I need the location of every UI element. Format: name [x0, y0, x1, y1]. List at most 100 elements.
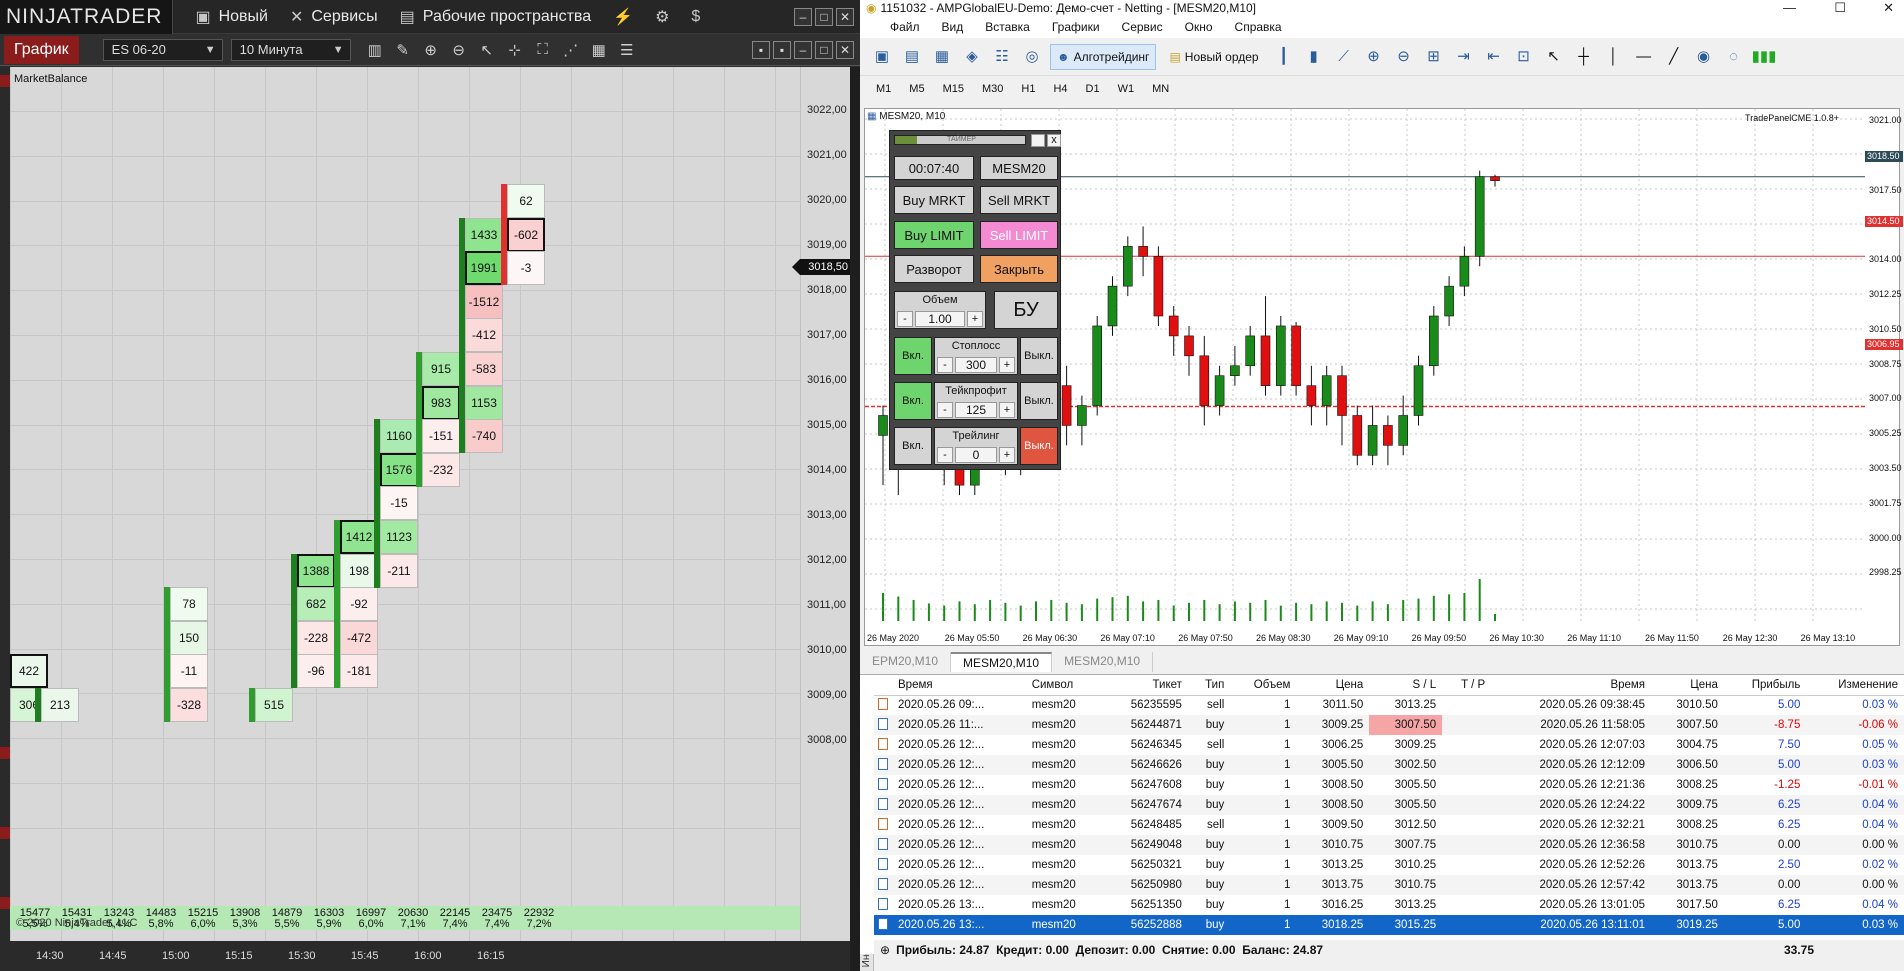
table-header[interactable]: Цена — [1296, 675, 1370, 696]
candles-icon[interactable]: ▮ — [1302, 45, 1326, 69]
panel-close-button[interactable]: x — [1047, 134, 1061, 147]
strategies-icon[interactable]: ▦ — [585, 41, 613, 59]
trailing-on-button[interactable]: Вкл. — [894, 427, 932, 465]
data-window-icon[interactable]: ☷ — [990, 45, 1014, 69]
chat-icon[interactable]: ◌ — [1722, 45, 1746, 69]
tab-chart[interactable]: График — [4, 35, 79, 64]
price-axis[interactable]: 3022,00 3021,00 3020,00 3019,00 3018,00 3017,… — [800, 67, 850, 941]
table-header[interactable]: Цена — [1651, 675, 1724, 696]
stoploss-off-button[interactable]: Выкл. — [1020, 337, 1058, 375]
nt-menu-new[interactable]: ▣ Новый — [195, 7, 268, 27]
bar-chart-icon[interactable]: ┃ — [1272, 45, 1296, 69]
table-row[interactable]: 2020.05.26 12:... mesm20 56249048 buy 1 3010.… — [874, 835, 1904, 855]
algo-trading-button[interactable]: ☻ Алготрейдинг — [1050, 43, 1157, 70]
period-select[interactable]: 10 Минута ▼ — [230, 38, 351, 61]
menu-item[interactable]: Файл — [890, 20, 920, 34]
table-row[interactable]: 2020.05.26 13:... mesm20 56252888 buy 1 3018.… — [874, 915, 1904, 935]
chart-shift-icon[interactable]: ⇤ — [1482, 45, 1506, 69]
profiles-icon[interactable]: ▤ — [900, 45, 924, 69]
nt-chart-area[interactable]: MarketBalance F 42230621378150-11-328515… — [10, 67, 850, 941]
table-row[interactable]: 2020.05.26 13:... mesm20 56251350 buy 1 3016.… — [874, 895, 1904, 915]
plug-icon[interactable]: ⚡ — [613, 7, 633, 27]
timeframe-button[interactable]: D1 — [1086, 83, 1100, 95]
nt-menu-workspaces[interactable]: ▤ Рабочие пространства — [400, 7, 591, 27]
table-header[interactable]: Тип — [1187, 675, 1231, 696]
trailing-plus[interactable]: + — [999, 447, 1015, 463]
buy-market-button[interactable]: Buy MRKT — [894, 186, 974, 214]
zoom-out-icon[interactable]: ⊖ — [1392, 45, 1416, 69]
maximize-button[interactable]: □ — [815, 7, 833, 26]
stoploss-plus[interactable]: + — [999, 357, 1015, 373]
table-header[interactable]: T / P — [1442, 675, 1492, 696]
takeprofit-on-button[interactable]: Вкл. — [894, 382, 932, 420]
takeprofit-value[interactable]: 125 — [955, 402, 997, 418]
takeprofit-minus[interactable]: - — [937, 402, 953, 418]
crosshair-icon[interactable]: ┼ — [1572, 45, 1596, 69]
chart-tab[interactable]: MESM20,M10 — [1052, 652, 1154, 672]
table-header[interactable]: Прибыль — [1723, 675, 1807, 696]
autoscroll-icon[interactable]: ⇥ — [1452, 45, 1476, 69]
timeframe-button[interactable]: H4 — [1053, 83, 1067, 95]
timeframe-button[interactable]: M5 — [909, 83, 924, 95]
new-chart-icon[interactable]: ▣ — [870, 45, 894, 69]
breakeven-button[interactable]: БУ — [994, 291, 1058, 329]
timeframe-button[interactable]: W1 — [1118, 83, 1135, 95]
instrument-select[interactable]: ES 06-20 ▼ — [102, 38, 223, 61]
timeframe-button[interactable]: H1 — [1021, 83, 1035, 95]
table-row[interactable]: 2020.05.26 12:... mesm20 56248485 sell 1 3009… — [874, 815, 1904, 835]
mt-minimize-button[interactable]: — — [1783, 0, 1796, 15]
buy-limit-button[interactable]: Buy LIMIT — [894, 221, 974, 249]
timeframe-button[interactable]: MN — [1152, 83, 1169, 95]
pencil-icon[interactable]: ✎ — [389, 41, 417, 59]
table-row[interactable]: 2020.05.26 12:... mesm20 56246345 sell 1 3006… — [874, 735, 1904, 755]
stoploss-on-button[interactable]: Вкл. — [894, 337, 932, 375]
trailing-off-button[interactable]: Выкл. — [1020, 427, 1058, 465]
mt-maximize-button[interactable]: ☐ — [1834, 0, 1846, 16]
properties-icon[interactable]: ☰ — [613, 41, 641, 59]
indicators-icon[interactable]: ⋰ — [557, 41, 585, 59]
zoom-out-icon[interactable]: ⊖ — [445, 41, 473, 59]
table-header[interactable]: Объем — [1230, 675, 1297, 696]
panel-minimize-button[interactable] — [1031, 134, 1045, 147]
table-row[interactable]: 2020.05.26 12:... mesm20 56250980 buy 1 3013.… — [874, 875, 1904, 895]
trailing-minus[interactable]: - — [937, 447, 953, 463]
trendline-icon[interactable]: ╱ — [1662, 45, 1686, 69]
minimize-button[interactable]: – — [794, 7, 812, 26]
signals-icon[interactable]: ◎ — [1020, 45, 1044, 69]
market-watch-icon[interactable]: ▦ — [930, 45, 954, 69]
indicators-icon[interactable]: ⊡ — [1512, 45, 1536, 69]
cursor-icon[interactable]: ↖ — [1542, 45, 1566, 69]
chart-tab[interactable]: EPM20,M10 — [860, 652, 952, 672]
hline-icon[interactable]: — — [1632, 45, 1656, 69]
sell-limit-button[interactable]: Sell LIMIT — [980, 221, 1058, 249]
volume-minus[interactable]: - — [897, 311, 913, 327]
chart-maximize-button[interactable]: □ — [815, 40, 833, 59]
menu-item[interactable]: Вставка — [985, 20, 1030, 34]
table-row[interactable]: 2020.05.26 11:... mesm20 56244871 buy 1 3009.… — [874, 715, 1904, 735]
chart-tile-button[interactable]: ▪ — [752, 40, 770, 59]
table-row[interactable]: 2020.05.26 12:... mesm20 56250321 buy 1 3013.… — [874, 855, 1904, 875]
takeprofit-off-button[interactable]: Выкл. — [1020, 382, 1058, 420]
line-chart-icon[interactable]: ⟋ — [1332, 45, 1356, 69]
table-header[interactable]: Тикет — [1102, 675, 1188, 696]
table-row[interactable]: 2020.05.26 12:... mesm20 56247674 buy 1 3008.… — [874, 795, 1904, 815]
timeframe-button[interactable]: M30 — [982, 83, 1003, 95]
tile-icon[interactable]: ⊞ — [1422, 45, 1446, 69]
trailing-value[interactable]: 0 — [955, 447, 997, 463]
fit-icon[interactable]: ⛶ — [529, 41, 557, 58]
menu-item[interactable]: Окно — [1185, 20, 1213, 34]
vertical-scrollbar[interactable] — [850, 67, 860, 971]
zoom-in-icon[interactable]: ⊕ — [1362, 45, 1386, 69]
menu-item[interactable]: Справка — [1235, 20, 1282, 34]
vline-icon[interactable]: │ — [1602, 45, 1626, 69]
reverse-button[interactable]: Разворот — [894, 255, 974, 283]
menu-item[interactable]: Сервис — [1122, 20, 1163, 34]
stoploss-minus[interactable]: - — [937, 357, 953, 373]
volume-plus[interactable]: + — [967, 311, 983, 327]
stoploss-value[interactable]: 300 — [955, 357, 997, 373]
chart-tab[interactable]: MESM20,M10 — [951, 652, 1053, 672]
crosshair-icon[interactable]: ⊹ — [501, 41, 529, 59]
close-position-button[interactable]: Закрыть — [980, 255, 1058, 283]
table-row[interactable]: 2020.05.26 12:... mesm20 56247608 buy 1 3008.… — [874, 775, 1904, 795]
zoom-in-icon[interactable]: ⊕ — [417, 41, 445, 59]
